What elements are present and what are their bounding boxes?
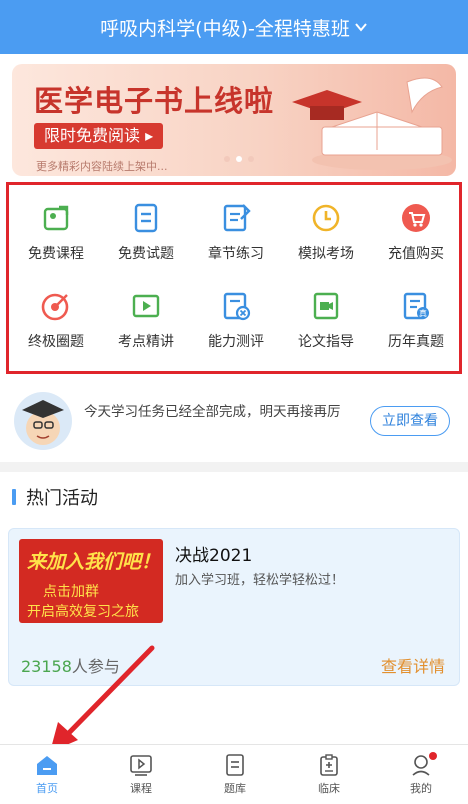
feature-label: 章节练习: [208, 246, 264, 262]
section-divider: [0, 462, 468, 472]
tab-label: 课程: [130, 782, 152, 795]
banner-pager: [224, 156, 254, 162]
mascot-avatar: [14, 392, 72, 450]
feature-label: 终极圈题: [28, 334, 84, 350]
bottom-tab-bar: 首页 课程 题库 临床 我的: [0, 744, 468, 804]
feature-label: 模拟考场: [298, 246, 354, 262]
feature-past-exams[interactable]: 真 历年真题: [371, 285, 461, 365]
tab-label: 我的: [410, 782, 432, 795]
feature-recharge-purchase[interactable]: 充值购买: [371, 197, 461, 277]
section-title: 热门活动: [26, 488, 98, 509]
notification-dot: [429, 752, 437, 760]
pager-dot: [224, 156, 230, 162]
participant-unit: 人参与: [71, 657, 120, 676]
tab-label: 临床: [318, 782, 340, 795]
tab-home[interactable]: 首页: [0, 745, 94, 804]
pager-dot-active: [236, 156, 242, 162]
target-icon: [41, 293, 69, 321]
feature-label: 充值购买: [388, 246, 444, 262]
assessment-icon: [223, 292, 251, 321]
course-selector[interactable]: 呼吸内科学(中级)-全程特惠班: [0, 0, 468, 54]
chevron-down-icon: [355, 23, 367, 32]
free-exam-icon: [134, 203, 158, 233]
clipboard-icon: [320, 754, 338, 776]
thumb-line: 点击加群: [43, 584, 99, 600]
feature-mock-exam[interactable]: 模拟考场: [281, 197, 371, 277]
mock-exam-clock-icon: [312, 204, 340, 232]
tab-clinical[interactable]: 临床: [282, 745, 376, 804]
feature-label: 论文指导: [298, 334, 354, 350]
home-icon: [37, 756, 57, 775]
feature-label: 历年真题: [388, 334, 444, 350]
tab-question-bank[interactable]: 题库: [188, 745, 282, 804]
banner-subtitle: 更多精彩内容陆续上架中...: [36, 160, 168, 173]
feature-label: 免费课程: [28, 246, 84, 262]
task-message: 今天学习任务已经全部完成，明天再接再厉: [84, 404, 341, 420]
feature-paper-guidance[interactable]: 论文指导: [281, 285, 371, 365]
course-title: 呼吸内科学(中级)-全程特惠班: [100, 17, 350, 40]
section-bar: [12, 489, 16, 505]
feature-chapter-practice[interactable]: 章节练习: [191, 197, 281, 277]
feature-ultimate-questions[interactable]: 终极圈题: [11, 285, 101, 365]
thumb-headline: 来加入我们吧！: [27, 551, 161, 573]
section-header: 热门活动: [12, 484, 98, 510]
cart-icon: [402, 204, 430, 232]
free-course-icon: [43, 205, 69, 231]
view-details-link[interactable]: 查看详情: [381, 653, 445, 677]
participant-count: 23158人参与: [21, 653, 120, 677]
book-illustration: [292, 77, 452, 170]
activity-description: 加入学习班，轻松学轻松过！: [175, 573, 345, 588]
banner-title: 医学电子书上线啦: [34, 84, 275, 118]
daily-task-status: 今天学习任务已经全部完成，明天再接再厉 立即查看: [0, 386, 468, 456]
play-course-icon: [130, 755, 152, 776]
tab-label: 题库: [224, 782, 246, 795]
feature-assessment[interactable]: 能力测评: [191, 285, 281, 365]
view-now-button[interactable]: 立即查看: [370, 406, 450, 436]
activity-thumbnail: 来加入我们吧！ 点击加群 开启高效复习之旅: [19, 539, 163, 623]
feature-label: 能力测评: [208, 334, 264, 350]
feature-free-course[interactable]: 免费课程: [11, 197, 101, 277]
tab-profile[interactable]: 我的: [374, 745, 468, 804]
video-icon: [132, 294, 160, 318]
question-bank-icon: [226, 754, 244, 776]
activity-title: 决战2021: [175, 546, 253, 566]
svg-text:真: 真: [419, 308, 427, 318]
feature-free-exam[interactable]: 免费试题: [101, 197, 191, 277]
thumb-line: 开启高效复习之旅: [27, 604, 139, 620]
feature-label: 考点精讲: [118, 334, 174, 350]
chapter-practice-icon: [223, 204, 251, 232]
pager-dot: [248, 156, 254, 162]
past-exams-icon: 真: [403, 292, 429, 320]
paper-video-icon: [313, 292, 339, 320]
activity-card[interactable]: 来加入我们吧！ 点击加群 开启高效复习之旅 决战2021 加入学习班，轻松学轻松…: [8, 528, 460, 686]
feature-label: 免费试题: [118, 246, 174, 262]
banner-cta[interactable]: 限时免费阅读 ▸: [34, 123, 164, 149]
participant-number: 23158: [21, 657, 72, 676]
feature-grid-highlight: 免费课程 免费试题 章节练习 模拟考场 充值购买 终极圈题 考点精讲 能力测评 …: [6, 182, 462, 374]
tab-courses[interactable]: 课程: [94, 745, 188, 804]
feature-key-points[interactable]: 考点精讲: [101, 285, 191, 365]
tab-label: 首页: [36, 782, 58, 795]
